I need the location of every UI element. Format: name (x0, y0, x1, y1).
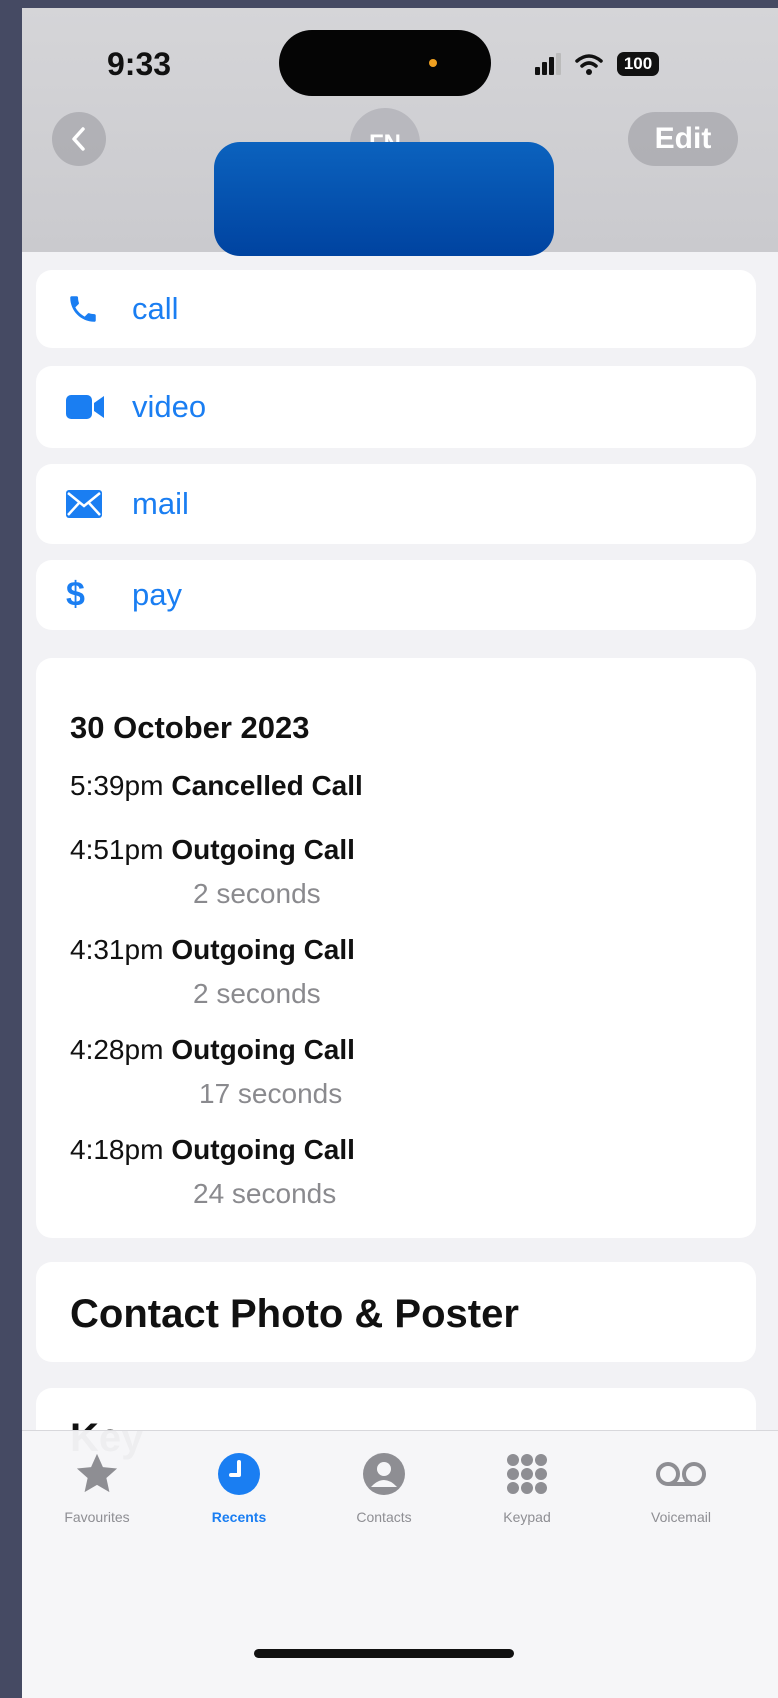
list-item: 4:51pm Outgoing Call (70, 834, 355, 866)
dollar-icon: $ (66, 575, 85, 614)
call-time: 4:51pm (70, 834, 164, 865)
video-label: video (132, 389, 207, 424)
list-item: 5:39pm Cancelled Call (70, 770, 363, 802)
status-time: 9:33 (107, 46, 172, 82)
list-item: 4:18pm Outgoing Call (70, 1134, 355, 1166)
pay-label: pay (132, 577, 182, 612)
list-item: 4:31pm Outgoing Call (70, 934, 355, 966)
tab-keypad[interactable]: Keypad (462, 1449, 592, 1525)
tab-bar: Favourites Recents Contacts Keypad Voice… (22, 1430, 778, 1698)
tab-favourites[interactable]: Favourites (32, 1449, 162, 1525)
home-indicator[interactable] (254, 1649, 514, 1658)
dynamic-island (279, 30, 491, 96)
voicemail-icon (656, 1462, 706, 1486)
call-time: 4:31pm (70, 934, 164, 965)
call-time: 4:28pm (70, 1034, 164, 1065)
call-type: Outgoing Call (171, 1134, 355, 1165)
envelope-icon (66, 490, 102, 518)
pay-action[interactable]: $ pay (36, 560, 756, 630)
keypad-icon (507, 1454, 547, 1494)
call-label: call (132, 291, 179, 326)
phone-screen: 9:33 100 FN (22, 8, 778, 1698)
call-duration: 2 seconds (193, 878, 321, 909)
call-action[interactable]: call (36, 270, 756, 348)
tab-voicemail[interactable]: Voicemail (616, 1449, 746, 1525)
call-history-card: 30 October 2023 5:39pm Cancelled Call 4:5… (36, 658, 756, 1238)
call-duration: 24 seconds (193, 1178, 337, 1209)
call-type: Outgoing Call (171, 934, 355, 965)
call-type: Outgoing Call (171, 1034, 355, 1065)
battery-level: 100 (623, 54, 653, 73)
clock-icon (218, 1453, 260, 1495)
contact-photo-poster-label: Contact Photo & Poster (70, 1292, 519, 1336)
video-action[interactable]: video (36, 366, 756, 448)
call-duration: 17 seconds (199, 1078, 343, 1109)
call-time: 5:39pm (70, 770, 164, 801)
call-type: Outgoing Call (171, 834, 355, 865)
star-icon (76, 1453, 118, 1493)
person-icon (363, 1453, 405, 1495)
tab-contacts[interactable]: Contacts (319, 1449, 449, 1525)
contact-header: 9:33 100 FN (22, 8, 778, 256)
battery-icon: 100 (617, 52, 659, 76)
video-camera-icon (66, 393, 106, 421)
contact-photo-poster-row[interactable]: Contact Photo & Poster (36, 1262, 756, 1362)
redacted-contact-name (214, 142, 554, 256)
status-icons: 100 (535, 50, 659, 78)
tab-label: Voicemail (651, 1509, 711, 1525)
tab-recents[interactable]: Recents (174, 1449, 304, 1525)
signal-icon (535, 53, 561, 75)
back-button[interactable] (52, 112, 106, 166)
tab-label: Keypad (503, 1509, 551, 1525)
recording-indicator-dot (429, 59, 437, 67)
call-time: 4:18pm (70, 1134, 164, 1165)
call-type: Cancelled Call (171, 770, 363, 801)
mail-action[interactable]: mail (36, 464, 756, 544)
list-item: 4:28pm Outgoing Call (70, 1034, 355, 1066)
call-duration: 2 seconds (193, 978, 321, 1009)
edit-button[interactable]: Edit (628, 112, 738, 166)
chevron-left-icon (72, 127, 85, 151)
history-date: 30 October 2023 (70, 710, 310, 745)
mail-label: mail (132, 486, 189, 521)
phone-icon (66, 292, 100, 326)
wifi-icon (575, 54, 603, 75)
tab-label: Contacts (356, 1509, 412, 1525)
tab-label: Favourites (64, 1509, 130, 1525)
tab-label: Recents (211, 1509, 267, 1525)
